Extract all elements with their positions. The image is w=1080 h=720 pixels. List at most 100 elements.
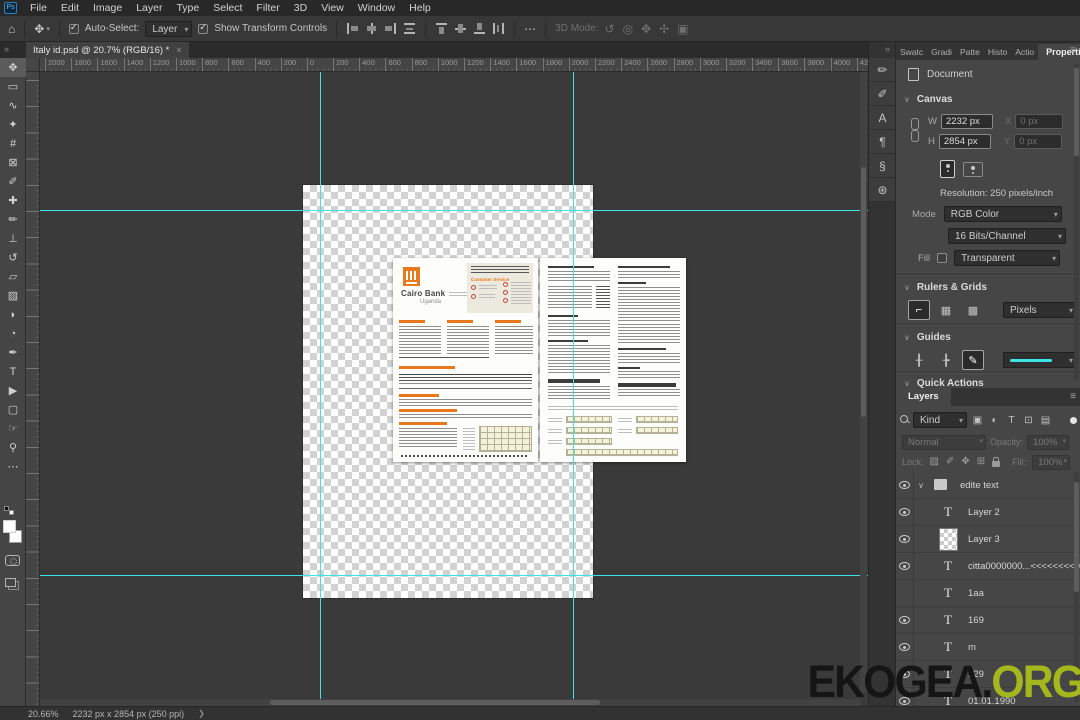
swap-colors-icon[interactable]	[4, 506, 16, 516]
auto-select-target-select[interactable]: Layer	[145, 20, 193, 37]
zoom-tool[interactable]: ⚲	[0, 438, 26, 457]
screen-mode-icon[interactable]	[5, 578, 16, 587]
lock-position-icon[interactable]: ✥	[961, 457, 969, 467]
rulers-grids-header[interactable]: Rulers & Grids	[904, 282, 987, 293]
layer-row[interactable]: ∨ 1aa	[896, 579, 1080, 607]
healing-brush-tool[interactable]: ✚	[0, 191, 26, 210]
statement-page-front[interactable]: Cairo Bank Uganda Customer Service	[393, 258, 538, 462]
panel-tab[interactable]: Patte	[956, 44, 984, 60]
horizontal-scrollbar[interactable]	[40, 699, 860, 706]
layer-visibility-toggle[interactable]	[896, 498, 914, 526]
move-tool[interactable]: ✥	[0, 58, 26, 77]
guide-horizontal[interactable]	[40, 575, 868, 576]
vertical-ruler[interactable]	[26, 72, 40, 706]
panel-tab[interactable]: Histo	[984, 44, 1011, 60]
object-selection-tool[interactable]: ✦	[0, 115, 26, 134]
lasso-tool[interactable]: ∿	[0, 96, 26, 115]
bit-depth-select[interactable]: 16 Bits/Channel	[948, 228, 1066, 244]
panel-menu-icon[interactable]: ≡	[1070, 45, 1076, 56]
guide-style-select[interactable]	[1003, 352, 1077, 368]
align-top-icon[interactable]	[435, 22, 448, 35]
frame-tool[interactable]: ⊠	[0, 153, 26, 172]
lock-pixels-icon[interactable]: ✐	[946, 457, 954, 467]
guide-vertical[interactable]	[320, 72, 321, 706]
brush-settings-panel-icon[interactable]: ✏	[869, 58, 896, 82]
align-right-icon[interactable]	[384, 22, 397, 35]
clone-stamp-tool[interactable]: ⊥	[0, 229, 26, 248]
layer-visibility-toggle[interactable]	[896, 552, 914, 580]
layer-row[interactable]: ∨ 169	[896, 606, 1080, 634]
path-selection-tool[interactable]: ▶	[0, 381, 26, 400]
menu-item[interactable]: 3D	[287, 0, 314, 16]
guide-horizontal[interactable]	[40, 210, 868, 211]
layer-group-caret-icon[interactable]: ∨	[914, 481, 928, 490]
canvas-viewport[interactable]: Cairo Bank Uganda Customer Service	[40, 72, 868, 706]
filter-kind-select[interactable]: Kind	[913, 412, 967, 428]
fill-opacity-input[interactable]: 100%	[1032, 454, 1071, 470]
blend-mode-select[interactable]: Normal	[902, 434, 986, 450]
3d-roll-icon[interactable]: ◎	[623, 23, 633, 35]
layer-thumbnail[interactable]	[936, 612, 960, 628]
layer-name[interactable]: edite text	[960, 480, 999, 491]
horizontal-ruler[interactable]: 2000 1800 1600 1400 1200 1000 800 600 400 200 0 200…	[40, 58, 868, 72]
filter-adjustment-icon[interactable]: ◐	[987, 412, 1002, 428]
menu-item[interactable]: Layer	[129, 0, 169, 16]
chevron-down-icon[interactable]: ▾	[46, 25, 50, 33]
scrollbar-thumb[interactable]	[1074, 482, 1079, 592]
layer-visibility-toggle[interactable]	[896, 606, 914, 634]
brushes-panel-icon[interactable]: ✐	[869, 82, 896, 106]
menu-item[interactable]: Select	[206, 0, 249, 16]
align-center-h-icon[interactable]	[365, 22, 378, 35]
more-options-icon[interactable]: ⋯	[524, 23, 536, 35]
align-bottom-icon[interactable]	[473, 22, 486, 35]
menu-item[interactable]: Help	[402, 0, 438, 16]
ruler-corner[interactable]	[26, 58, 40, 72]
tab-layers[interactable]: Layers	[896, 388, 951, 406]
guides-header[interactable]: Guides	[904, 332, 951, 343]
layer-name[interactable]: 169	[968, 615, 984, 626]
document-tab[interactable]: Italy id.psd @ 20.7% (RGB/16) * ×	[26, 42, 189, 58]
layer-name[interactable]: citta0000000...<<<<<<<<0 d	[968, 561, 1080, 572]
statement-page-back[interactable]	[540, 258, 686, 462]
properties-scrollbar[interactable]	[1074, 64, 1079, 380]
3d-slide-icon[interactable]: ✢	[659, 23, 669, 35]
gradient-tool[interactable]: ▨	[0, 286, 26, 305]
dodge-tool[interactable]: ◔	[0, 324, 26, 343]
align-center-v-icon[interactable]	[454, 22, 467, 35]
panel-tab[interactable]: Gradi	[927, 44, 956, 60]
lock-guides-icon[interactable]: ╊	[935, 350, 957, 370]
menu-item[interactable]: File	[23, 0, 54, 16]
lock-artboard-icon[interactable]: ⊞	[977, 457, 985, 467]
rulers-toggle-icon[interactable]: ⌐	[908, 300, 930, 320]
shape-tool[interactable]: ▢	[0, 400, 26, 419]
layer-thumbnail[interactable]	[936, 585, 960, 601]
layer-row[interactable]: ∨ Layer 3	[896, 525, 1080, 553]
layer-row[interactable]: ∨ edite text	[896, 471, 1080, 499]
guides-toggle-icon[interactable]: ╂	[908, 350, 930, 370]
quick-mask-icon[interactable]	[5, 555, 20, 566]
marquee-tool[interactable]: ▭	[0, 77, 26, 96]
layer-visibility-toggle[interactable]	[896, 471, 914, 499]
distribute-v-icon[interactable]	[492, 22, 505, 35]
collapse-arrows-icon[interactable]: »	[4, 44, 9, 54]
lock-all-icon[interactable]	[992, 457, 1001, 467]
glyphs-panel-icon[interactable]: §	[869, 154, 896, 178]
x-input[interactable]: 0 px	[1015, 114, 1064, 129]
zoom-level-field[interactable]: 20.66%	[28, 709, 59, 719]
fill-checkbox[interactable]	[937, 253, 948, 263]
layers-menu-icon[interactable]: ≡	[1070, 391, 1076, 402]
vertical-scrollbar[interactable]	[860, 72, 867, 692]
distribute-h-icon[interactable]	[403, 22, 416, 35]
character-panel-icon[interactable]: A	[869, 106, 896, 130]
layer-thumbnail[interactable]	[936, 558, 960, 574]
menu-item[interactable]: Type	[169, 0, 206, 16]
menu-item[interactable]: Image	[86, 0, 129, 16]
filter-smartobject-icon[interactable]: ▤	[1038, 412, 1053, 428]
guide-vertical[interactable]	[573, 72, 574, 706]
close-tab-icon[interactable]: ×	[176, 45, 181, 55]
fill-select[interactable]: Transparent	[954, 250, 1061, 266]
menu-item[interactable]: Edit	[54, 0, 86, 16]
panel-3d-icon[interactable]: ⊛	[869, 178, 896, 202]
filter-type-icon[interactable]: T	[1004, 412, 1019, 428]
align-left-icon[interactable]	[346, 22, 359, 35]
